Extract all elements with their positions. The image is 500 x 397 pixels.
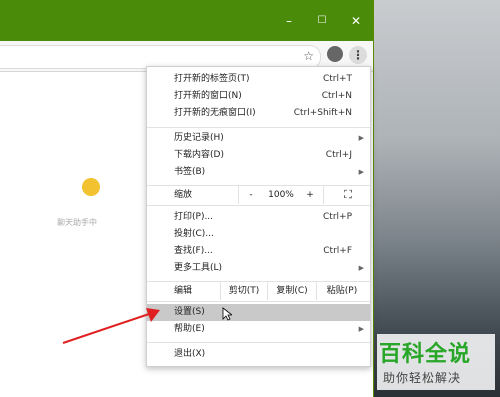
menu-item-history[interactable]: 历史记录(H) ▶ (147, 130, 370, 147)
menu-item-new-window[interactable]: 打开新的窗口(N) Ctrl+N (147, 88, 370, 105)
menu-item-label: 打开新的标签页(T) (174, 74, 250, 84)
chrome-menu: 打开新的标签页(T) Ctrl+T 打开新的窗口(N) Ctrl+N 打开新的无… (146, 66, 371, 367)
maximize-button[interactable]: ☐ (312, 12, 332, 30)
extension-icon (82, 178, 100, 196)
menu-separator (147, 127, 370, 128)
menu-item-label: 历史记录(H) (174, 133, 224, 143)
bookmark-star-icon[interactable]: ☆ (303, 49, 314, 63)
menu-item-label: 退出(X) (174, 349, 206, 359)
zoom-divider (323, 186, 324, 204)
zoom-out-button[interactable]: - (239, 186, 263, 204)
menu-item-exit[interactable]: 退出(X) (147, 346, 370, 363)
menu-item-shortcut: Ctrl+Shift+N (293, 108, 352, 118)
menu-item-shortcut: Ctrl+P (323, 212, 352, 222)
zoom-level: 100% (268, 190, 294, 200)
menu-item-cast[interactable]: 投射(C)... (147, 226, 370, 243)
title-bar: – ☐ ✕ (0, 0, 373, 41)
menu-item-shortcut: Ctrl+N (321, 91, 352, 101)
menu-item-label: 下载内容(D) (174, 150, 224, 160)
fullscreen-icon[interactable]: ⛶ (337, 186, 359, 204)
menu-button[interactable]: ⋮ (349, 46, 367, 64)
menu-item-bookmarks[interactable]: 书签(B) ▶ (147, 164, 370, 181)
watermark: 百科全说 助你轻松解决 (377, 334, 495, 390)
copy-button[interactable]: 复制(C) (268, 282, 316, 300)
menu-item-more-tools[interactable]: 更多工具(L) ▶ (147, 260, 370, 277)
menu-item-shortcut: Ctrl+F (323, 246, 352, 256)
profile-avatar-icon[interactable] (327, 46, 343, 62)
menu-item-label: 打开新的窗口(N) (174, 91, 242, 101)
menu-item-label: 打印(P)... (174, 212, 214, 222)
menu-item-settings[interactable]: 设置(S) (147, 304, 370, 321)
menu-separator (147, 342, 370, 343)
edit-row: 编辑 剪切(T) 复制(C) 粘贴(P) (147, 282, 370, 300)
zoom-row: 缩放 - 100% + ⛶ (147, 186, 370, 204)
menu-item-label: 帮助(E) (174, 324, 205, 334)
watermark-subtitle: 助你轻松解决 (383, 371, 462, 385)
menu-item-shortcut: Ctrl+J (325, 150, 352, 160)
menu-item-label: 查找(F)... (174, 246, 213, 256)
submenu-arrow-icon: ▶ (358, 168, 364, 176)
menu-item-label: 设置(S) (174, 307, 205, 317)
menu-item-incognito[interactable]: 打开新的无痕窗口(I) Ctrl+Shift+N (147, 105, 370, 122)
menu-item-downloads[interactable]: 下载内容(D) Ctrl+J (147, 147, 370, 164)
close-button[interactable]: ✕ (346, 12, 366, 30)
minimize-button[interactable]: – (279, 12, 299, 30)
mouse-cursor-icon (222, 307, 232, 321)
submenu-arrow-icon: ▶ (358, 134, 364, 142)
menu-separator (147, 205, 370, 206)
menu-item-shortcut: Ctrl+T (322, 74, 352, 84)
extension-label: 聊天助手中 (57, 218, 97, 227)
menu-item-new-tab[interactable]: 打开新的标签页(T) Ctrl+T (147, 71, 370, 88)
menu-item-label: 投射(C)... (174, 229, 214, 239)
menu-item-label: 打开新的无痕窗口(I) (174, 108, 256, 118)
menu-item-find[interactable]: 查找(F)... Ctrl+F (147, 243, 370, 260)
cut-button[interactable]: 剪切(T) (221, 282, 267, 300)
menu-item-label: 更多工具(L) (174, 263, 223, 273)
zoom-in-button[interactable]: + (299, 186, 321, 204)
menu-item-help[interactable]: 帮助(E) ▶ (147, 321, 370, 338)
zoom-label: 缩放 (174, 190, 193, 200)
submenu-arrow-icon: ▶ (358, 264, 364, 272)
edit-label: 编辑 (174, 286, 193, 296)
paste-button[interactable]: 粘贴(P) (317, 282, 367, 300)
menu-item-print[interactable]: 打印(P)... Ctrl+P (147, 209, 370, 226)
menu-separator (147, 301, 370, 302)
watermark-title: 百科全说 (379, 342, 472, 367)
submenu-arrow-icon: ▶ (358, 325, 364, 333)
menu-item-label: 书签(B) (174, 167, 206, 177)
